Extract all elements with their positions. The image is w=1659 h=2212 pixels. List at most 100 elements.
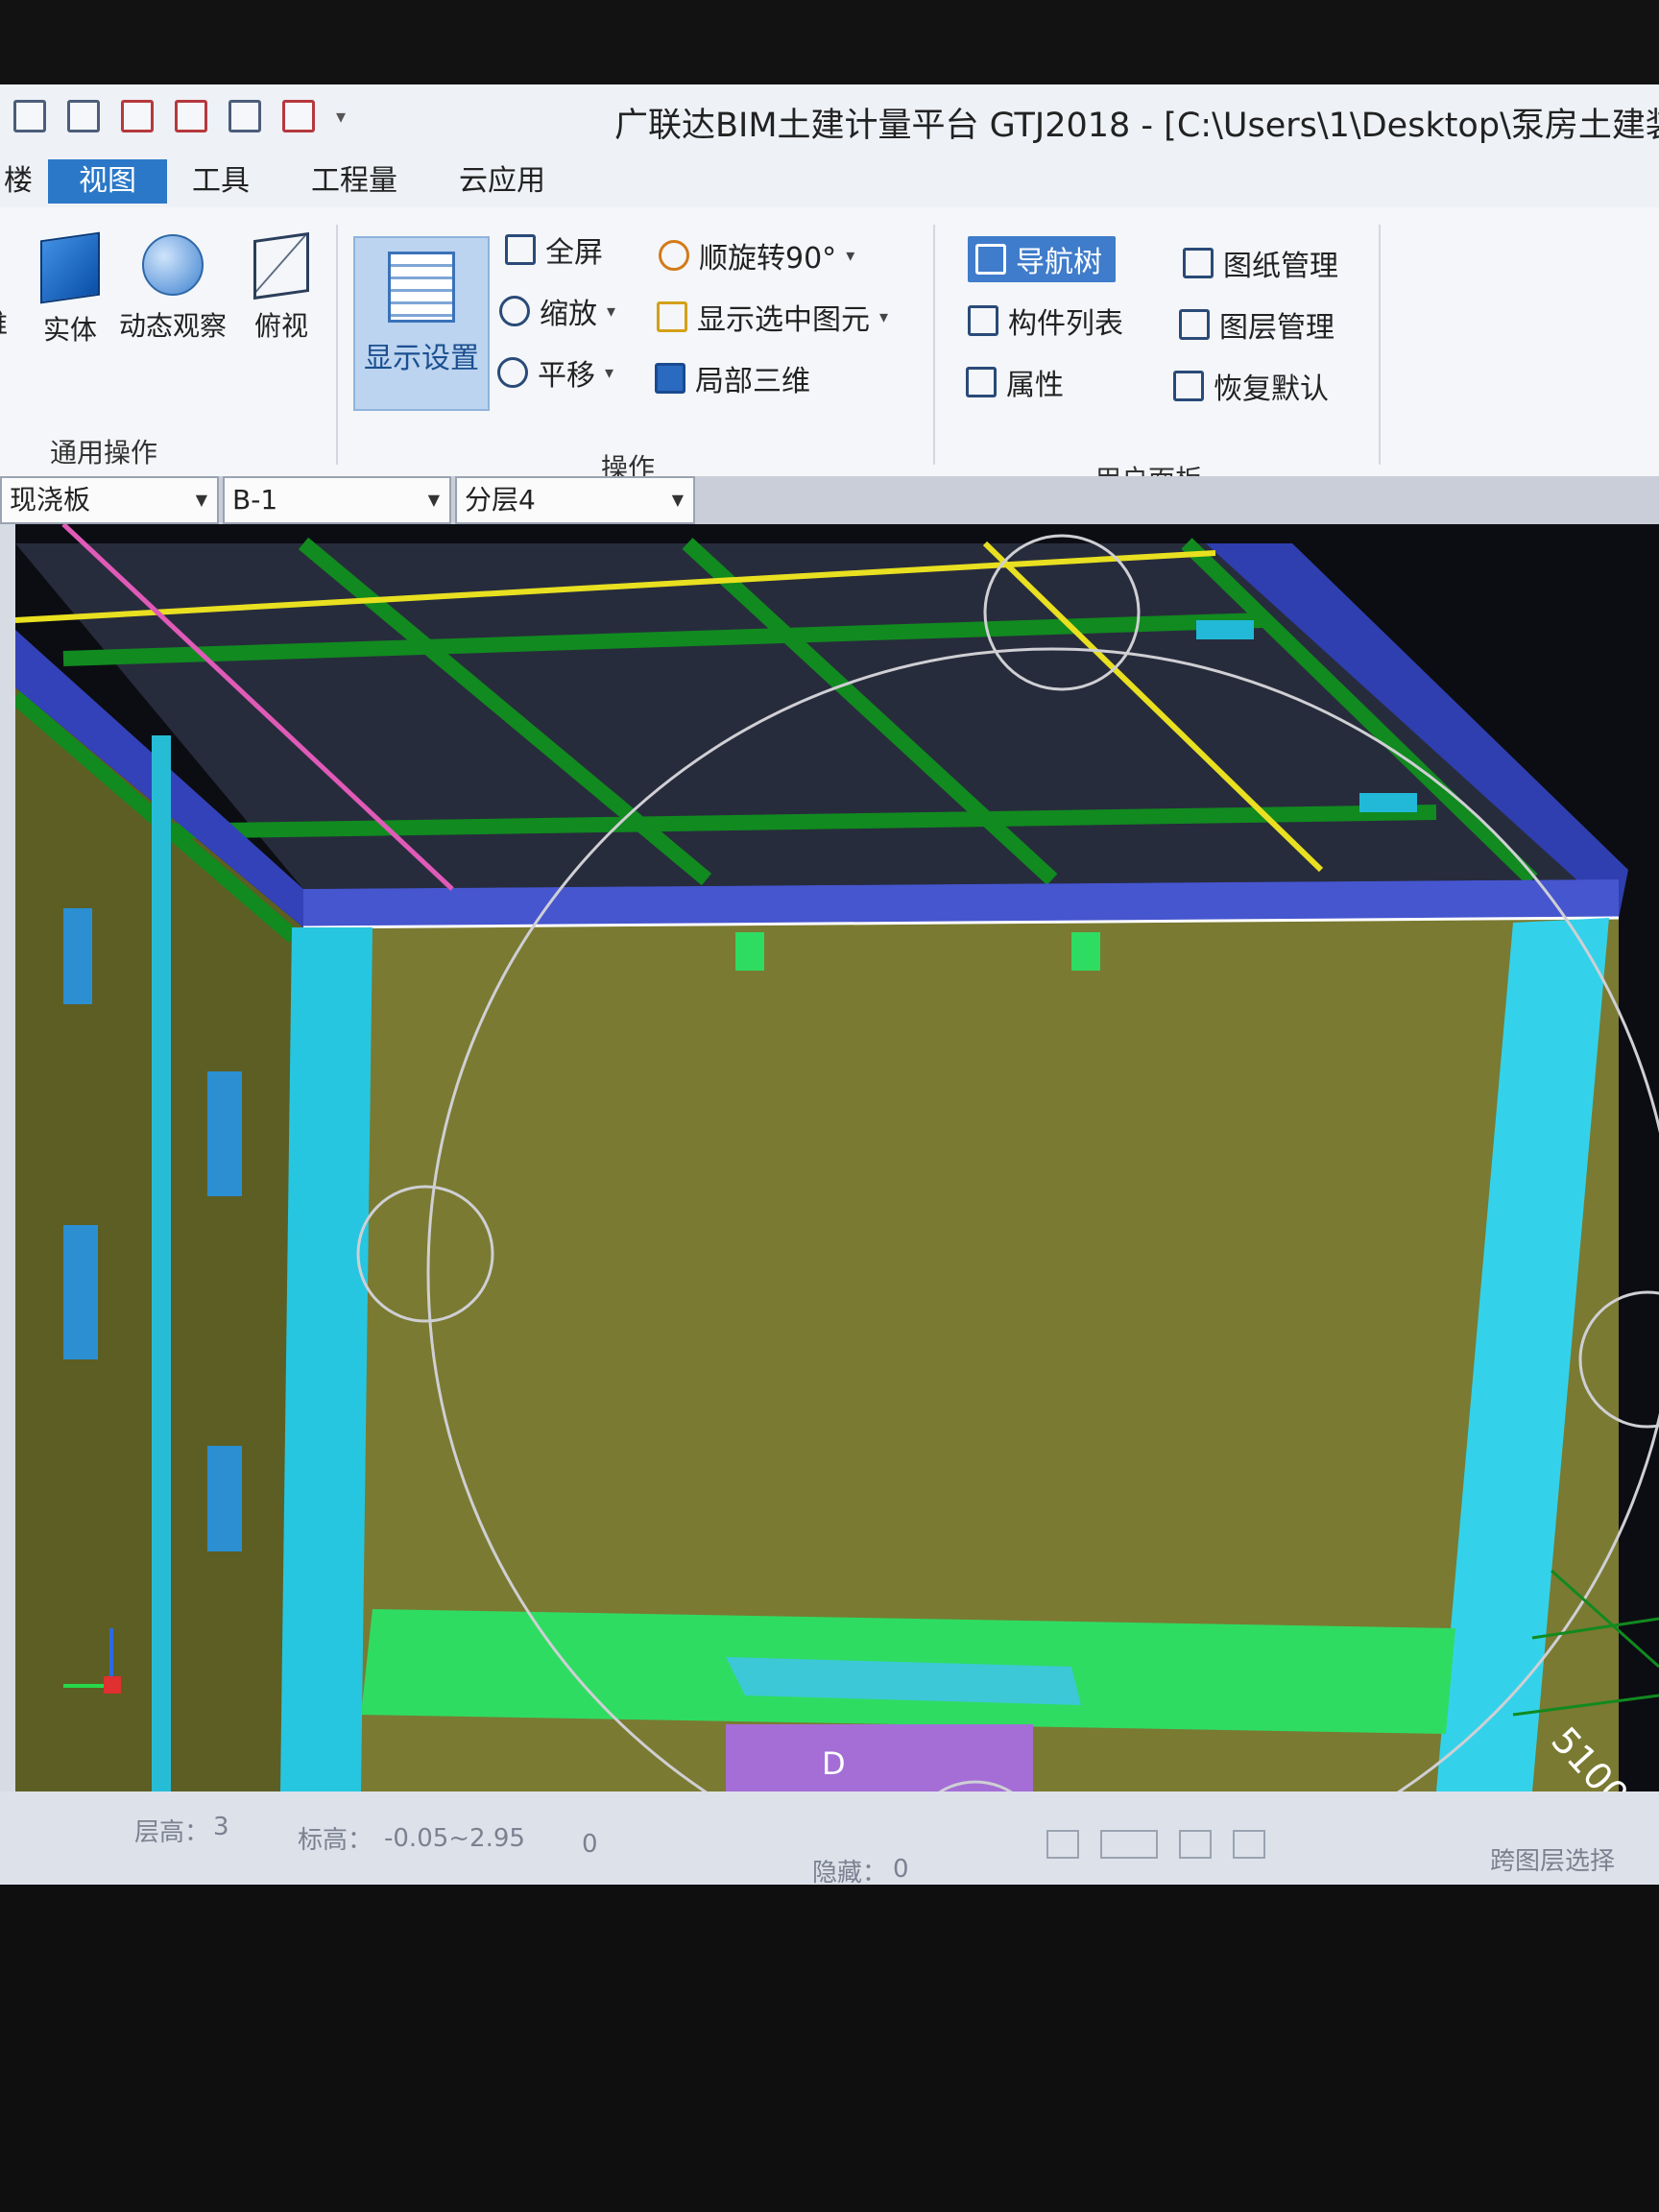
- highlight-element-icon: [657, 301, 687, 332]
- floor-height-label: 层高：: [134, 1818, 210, 1847]
- component-name-select[interactable]: B-1 ▼: [223, 476, 451, 524]
- solid-button[interactable]: 实体: [36, 231, 104, 348]
- local-3d-label: 局部三维: [695, 365, 810, 398]
- display-settings-icon: [388, 252, 455, 323]
- chevron-down-icon[interactable]: ▾: [879, 307, 888, 327]
- component-type-select[interactable]: 现浇板 ▼: [0, 476, 219, 524]
- tab-floor[interactable]: 楼: [0, 159, 50, 204]
- wireframe-box-icon: [253, 231, 309, 301]
- magnifier-icon: [499, 296, 530, 326]
- window: [63, 908, 92, 1004]
- grid-icon[interactable]: [228, 100, 261, 132]
- rotate-label: 顺旋转90°: [699, 242, 837, 276]
- tab-cloud-apps[interactable]: 云应用: [442, 159, 563, 204]
- chevron-down-icon[interactable]: ▾: [336, 100, 346, 132]
- door-marker-label: D: [822, 1745, 846, 1782]
- dynamic-view-label: 动态观察: [118, 310, 227, 342]
- 3d-viewport[interactable]: D 5100: [15, 524, 1659, 1791]
- fullscreen-icon: [505, 234, 536, 265]
- preview-icon[interactable]: [67, 100, 100, 132]
- column-front-left: [280, 927, 373, 1791]
- pan-button[interactable]: 平移 ▾: [497, 351, 613, 394]
- chevron-down-icon[interactable]: ▾: [846, 246, 854, 266]
- component-type-value: 现浇板: [10, 484, 91, 516]
- tab-tools[interactable]: 工具: [175, 159, 267, 204]
- cross-layer-select-toggle[interactable]: 跨图层选择: [1490, 1841, 1615, 1877]
- top-view-label: 俯视: [253, 310, 308, 342]
- cube-icon: [40, 231, 100, 304]
- title-bar: ▾ 广联达BIM土建计量平台 GTJ2018 - [C:\Users\1\Des…: [0, 84, 1659, 154]
- beam-end-marker: [735, 932, 764, 971]
- display-settings-button[interactable]: 显示设置: [353, 236, 490, 411]
- nav-tree-highlight: 导航树: [968, 236, 1116, 282]
- zoom-label: 缩放: [540, 298, 597, 331]
- section-cut-button[interactable]: 维: [0, 303, 8, 342]
- orbit-icon: [142, 234, 204, 296]
- restore-icon: [1173, 371, 1204, 401]
- layer-select[interactable]: 分层4 ▼: [455, 476, 695, 524]
- display-settings-label: 显示设置: [364, 342, 479, 375]
- local-3d-icon: [655, 363, 685, 394]
- pan-label: 平移: [538, 359, 595, 393]
- status-tools: [1046, 1830, 1265, 1859]
- grid-snap-icon[interactable]: [1179, 1830, 1212, 1859]
- show-selected-label: 显示选中图元: [697, 303, 870, 337]
- ribbon: 维 实体 动态观察 俯视 通用操作 显示设置 全屏 缩放 ▾: [0, 207, 1659, 495]
- component-name-value: B-1: [232, 484, 278, 516]
- properties-label: 属性: [1006, 369, 1064, 402]
- ortho-icon[interactable]: [1046, 1830, 1079, 1859]
- chevron-down-icon[interactable]: ▾: [605, 363, 613, 383]
- 3d-model-canvas[interactable]: D 5100: [15, 524, 1659, 1791]
- dynamic-view-button[interactable]: 动态观察: [113, 234, 232, 344]
- section-cut-label: 维: [0, 303, 8, 342]
- measure-icon[interactable]: [1233, 1830, 1265, 1859]
- component-list-button[interactable]: 构件列表: [968, 300, 1123, 342]
- zoom-button[interactable]: 缩放 ▾: [499, 290, 615, 332]
- group-separator: [933, 225, 935, 465]
- chevron-down-icon[interactable]: ▾: [607, 301, 615, 322]
- layer-mgmt-button[interactable]: 图层管理: [1179, 303, 1334, 346]
- edit-icon[interactable]: [175, 100, 207, 132]
- group-separator: [1379, 225, 1381, 465]
- application-window: ▾ 广联达BIM土建计量平台 GTJ2018 - [C:\Users\1\Des…: [0, 84, 1659, 1885]
- chevron-down-icon: ▼: [195, 491, 207, 509]
- monitor-bezel-top: [0, 0, 1659, 84]
- properties-button[interactable]: 属性: [966, 361, 1064, 403]
- component-list-label: 构件列表: [1008, 307, 1123, 341]
- ribbon-tabs: 楼 视图 工具 工程量 云应用: [0, 154, 1659, 209]
- tab-view[interactable]: 视图: [48, 159, 167, 204]
- rotate-90-button[interactable]: 顺旋转90° ▾: [659, 234, 854, 276]
- export-icon[interactable]: [282, 100, 315, 132]
- show-selected-button[interactable]: 显示选中图元 ▾: [657, 296, 888, 338]
- gizmo-x-axis: [104, 1676, 121, 1694]
- window: [63, 1225, 98, 1359]
- fullscreen-button[interactable]: 全屏: [505, 228, 603, 271]
- column-marker: [1359, 793, 1417, 812]
- solid-label: 实体: [42, 314, 97, 346]
- chevron-down-icon: ▼: [427, 491, 440, 509]
- hidden-value: 0: [893, 1855, 909, 1884]
- nav-tree-button[interactable]: 导航树: [968, 236, 1116, 282]
- nav-tree-label: 导航树: [1016, 246, 1102, 279]
- move-arrows-icon: [497, 357, 528, 388]
- elevation-label: 标高：: [298, 1826, 373, 1855]
- local-3d-button[interactable]: 局部三维: [655, 357, 810, 399]
- drawing-icon: [1183, 248, 1214, 278]
- restore-default-label: 恢复默认: [1214, 373, 1329, 406]
- nav-tree-icon: [975, 244, 1006, 275]
- snap-icon[interactable]: [1100, 1830, 1158, 1859]
- save-icon[interactable]: [13, 100, 46, 132]
- left-panel-edge: [0, 524, 15, 1791]
- window: [207, 1446, 242, 1551]
- restore-default-button[interactable]: 恢复默认: [1173, 365, 1329, 407]
- print-icon[interactable]: [121, 100, 154, 132]
- top-view-button[interactable]: 俯视: [248, 231, 315, 344]
- zero-value: 0: [582, 1830, 598, 1859]
- list-icon: [968, 305, 998, 336]
- group-separator: [336, 225, 338, 465]
- quick-access-toolbar: ▾: [13, 100, 346, 132]
- tab-quantities[interactable]: 工程量: [294, 159, 415, 204]
- drawing-mgmt-label: 图纸管理: [1223, 250, 1338, 283]
- elevation-value: -0.05~2.95: [384, 1824, 525, 1853]
- drawing-mgmt-button[interactable]: 图纸管理: [1183, 242, 1338, 284]
